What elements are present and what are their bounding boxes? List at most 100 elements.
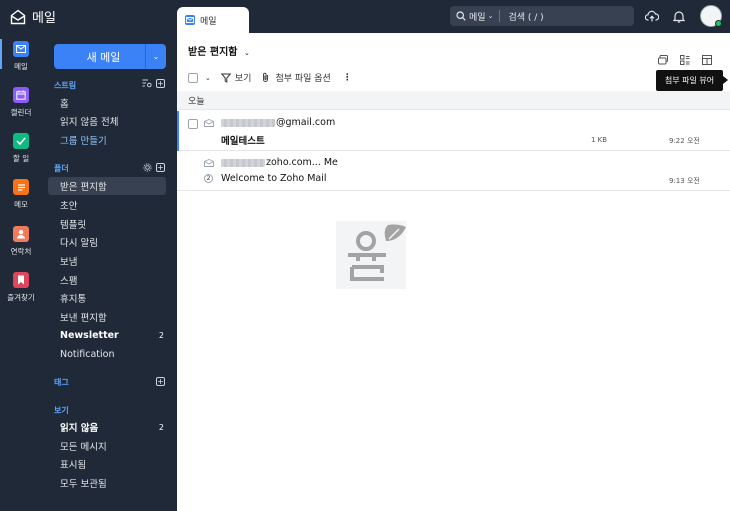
create-group-link[interactable]: 그룹 만들기	[48, 131, 166, 149]
sidebar-item-flagged[interactable]: 표시됨	[48, 455, 166, 473]
rail-item-tasks[interactable]: 할 일	[0, 133, 42, 164]
select-all-checkbox[interactable]	[188, 72, 198, 83]
email-subject: 메일테스트	[221, 136, 265, 147]
email-subject: Welcome to Zoho Mail	[221, 173, 327, 184]
rail-item-calendar[interactable]: 캘린더	[0, 87, 42, 118]
section-title-tags: 태그	[54, 378, 69, 387]
bookmark-icon	[13, 272, 29, 288]
search-icon	[456, 11, 466, 21]
sidebar-item-all-messages[interactable]: 모든 메시지	[48, 437, 166, 455]
watermark-logo	[336, 221, 406, 289]
search-scope-dropdown[interactable]: 메일	[469, 10, 486, 23]
sidebar-item-templates[interactable]: 템플릿	[48, 215, 166, 233]
add-tag-icon[interactable]: +	[156, 377, 165, 386]
new-mail-label: 새 메일	[86, 50, 121, 64]
email-row[interactable]: @gmail.com 메일테스트 1 KB 9:22 오전	[177, 111, 730, 151]
sidebar-item-inbox[interactable]: 받은 편지함	[48, 177, 166, 195]
tab-mail[interactable]: 메일	[177, 7, 249, 33]
row-checkbox[interactable]	[188, 119, 198, 129]
tab-label: 메일	[200, 16, 217, 27]
list-toolbar: ⌄ 보기 첨부 파일 옵션 ⋮	[188, 71, 352, 84]
email-time: 9:13 오전	[669, 177, 700, 185]
avatar[interactable]	[700, 5, 722, 27]
sidebar-item-trash[interactable]: 휴지통	[48, 289, 166, 307]
layout-grid-icon[interactable]	[679, 54, 691, 66]
sidebar-item-home[interactable]: 홈	[48, 94, 166, 112]
redacted-sender	[221, 158, 265, 167]
sidebar-item-notification[interactable]: Notification	[48, 345, 166, 363]
mail-list-pane: 받은 편지함 ⌄ ⌄ 보기 첨부 파일 옵션 ⋮ 첨부 파일 뷰어 오늘 @gm…	[177, 33, 730, 511]
page-title: 받은 편지함	[188, 47, 238, 58]
rail-label: 연락처	[10, 247, 32, 256]
search-input[interactable]: 검색 ( / )	[508, 10, 543, 23]
view-filter-label: 보기	[234, 74, 252, 84]
top-bar: 메일 메일 메일 ⌄ 검색 ( / )	[0, 0, 730, 33]
new-mail-button[interactable]: 새 메일 ⌄	[54, 44, 166, 69]
sender-email: @gmail.com	[276, 117, 336, 128]
sidebar-item-unread[interactable]: 읽지 않음 2	[48, 418, 166, 436]
email-row[interactable]: zoho.com... Me 2 Welcome to Zoho Mail 9:…	[177, 151, 730, 191]
add-folder-icon[interactable]: +	[156, 163, 165, 172]
rail-item-notes[interactable]: 메모	[0, 179, 42, 210]
chevron-down-icon[interactable]: ⌄	[205, 74, 211, 82]
thread-count-badge: 2	[204, 174, 213, 183]
sidebar-item-sent[interactable]: 보냄	[48, 252, 166, 270]
mail-logo-icon	[10, 9, 26, 24]
rail-label: 메일	[14, 62, 28, 71]
rail-item-contacts[interactable]: 연락처	[0, 226, 42, 257]
email-size: 1 KB	[591, 136, 608, 144]
sidebar-item-archived[interactable]: 모두 보관됨	[48, 474, 166, 492]
divider	[499, 10, 501, 22]
sidebar-item-snoozed[interactable]: 다시 알림	[48, 233, 166, 251]
envelope-icon	[204, 119, 214, 127]
view-filter-button[interactable]: 보기	[220, 71, 252, 84]
rail-label: 즐겨찾기	[7, 293, 35, 302]
rail-item-bookmarks[interactable]: 즐겨찾기	[0, 272, 42, 303]
chevron-down-icon: ⌄	[243, 49, 250, 57]
sidebar-item-all-unread[interactable]: 읽지 않음 전체	[48, 112, 166, 130]
tooltip: 첨부 파일 뷰어	[656, 70, 728, 91]
mail-icon	[13, 41, 29, 57]
view-label: 읽지 않음	[60, 423, 99, 434]
folder-title-dropdown[interactable]: 받은 편지함 ⌄	[188, 43, 250, 58]
sidebar-item-drafts[interactable]: 초안	[48, 196, 166, 214]
email-time: 9:22 오전	[669, 137, 700, 145]
rail-label: 할 일	[12, 154, 30, 163]
more-options-icon[interactable]: ⋮	[343, 73, 352, 83]
sender: zoho.com... Me	[221, 157, 338, 168]
gear-icon[interactable]	[143, 163, 152, 172]
chevron-down-icon: ⌄	[487, 12, 494, 20]
calendar-icon	[13, 87, 29, 103]
app-logo[interactable]: 메일	[10, 7, 56, 26]
section-title-views: 보기	[54, 406, 69, 415]
envelope-icon	[204, 159, 214, 167]
rail-label: 메모	[14, 200, 28, 209]
checkmark-icon	[13, 133, 29, 149]
app-title: 메일	[32, 11, 56, 26]
rail-item-mail[interactable]: 메일	[0, 41, 42, 72]
attachment-options-label: 첨부 파일 옵션	[275, 74, 331, 84]
chevron-down-icon[interactable]: ⌄	[146, 52, 166, 61]
sidebar-item-spam[interactable]: 스팸	[48, 271, 166, 289]
bell-icon[interactable]	[671, 8, 687, 24]
cloud-upload-icon[interactable]	[644, 8, 660, 24]
mail-tab-icon	[185, 15, 195, 25]
add-stream-icon[interactable]: +	[156, 79, 165, 88]
folder-sidebar: 새 메일 ⌄ 스트림 + 홈 읽지 않음 전체 그룹 만들기 폴더 + 받은 편…	[42, 33, 177, 511]
folder-label: Newsletter	[60, 329, 119, 341]
attachment-options-button[interactable]: 첨부 파일 옵션	[261, 71, 331, 84]
filter-icon	[220, 73, 231, 83]
search-bar[interactable]: 메일 ⌄ 검색 ( / )	[450, 6, 634, 26]
online-status-dot	[715, 20, 722, 27]
sidebar-item-outbox[interactable]: 보낸 편지함	[48, 308, 166, 326]
unread-count: 2	[158, 422, 164, 432]
sidebar-item-newsletter[interactable]: Newsletter 2	[48, 326, 166, 344]
conversation-view-icon[interactable]	[657, 54, 669, 66]
contact-icon	[13, 226, 29, 242]
attachment-viewer-icon[interactable]	[701, 54, 713, 66]
group-header-today: 오늘	[177, 91, 730, 110]
sender: @gmail.com	[221, 117, 335, 128]
filter-settings-icon[interactable]	[142, 79, 152, 88]
redacted-sender	[221, 118, 275, 127]
sender-email: zoho.com... Me	[266, 157, 338, 168]
